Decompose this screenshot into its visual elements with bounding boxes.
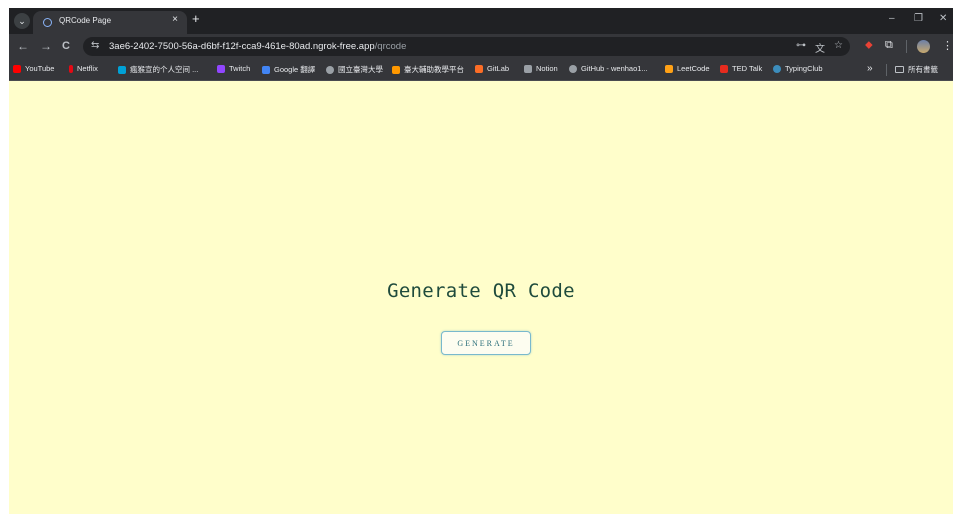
tab-qrcode-page[interactable]: QRCode Page × xyxy=(33,11,187,34)
bookmark-label: TED Talk xyxy=(732,64,763,73)
translate-icon[interactable]: 文 xyxy=(815,40,825,55)
tab-search-icon[interactable]: ⌄ xyxy=(14,13,30,29)
minimize-icon[interactable]: – xyxy=(889,13,895,24)
new-tab-button[interactable]: + xyxy=(192,11,200,26)
bookmark-label: GitLab xyxy=(487,64,510,73)
bookmark-google-translate[interactable]: Google 翻譯 xyxy=(262,64,315,75)
github-icon xyxy=(569,64,577,73)
ntu-icon xyxy=(326,65,334,74)
page-title: Generate QR Code xyxy=(387,280,575,302)
leetcode-icon xyxy=(665,64,673,73)
all-bookmarks-folder[interactable]: 所有書籤 xyxy=(895,64,938,75)
gitlab-icon xyxy=(475,64,483,73)
bookmarks-overflow-icon[interactable]: » xyxy=(867,63,873,74)
bookmark-label: Google 翻譯 xyxy=(274,65,316,74)
star-icon[interactable]: ☆ xyxy=(834,40,843,51)
typingclub-icon xyxy=(773,64,781,73)
bookmarks-separator xyxy=(886,64,887,76)
bookmark-ted[interactable]: TED Talk xyxy=(720,64,762,73)
restore-icon[interactable]: ❐ xyxy=(914,13,923,24)
toolbar: ← → C ⇆ 3ae6-2402-7500-56a-d6bf-f12f-cca… xyxy=(9,34,953,60)
bookmark-label: YouTube xyxy=(25,64,55,73)
bookmark-label: 瘋猴宣的个人空间 ... xyxy=(130,65,199,74)
bookmark-label: GitHub - wenhao1... xyxy=(581,64,648,73)
bookmark-twitch[interactable]: Twitch xyxy=(217,64,250,73)
bookmark-ntu-cool[interactable]: 臺大輔助教學平台 xyxy=(392,64,464,75)
extensions-icon[interactable]: ⧉ xyxy=(885,39,893,52)
bookmark-label: Notion xyxy=(536,64,558,73)
bookmark-label: Netflix xyxy=(77,64,98,73)
generate-button[interactable]: GENERATE xyxy=(441,331,531,355)
ted-icon xyxy=(720,64,728,73)
google-translate-icon xyxy=(262,65,270,74)
tab-title: QRCode Page xyxy=(59,16,112,25)
address-bar[interactable]: ⇆ 3ae6-2402-7500-56a-d6bf-f12f-cca9-461e… xyxy=(83,37,850,56)
site-info-icon[interactable]: ⇆ xyxy=(91,40,99,51)
password-key-icon[interactable]: ⊶ xyxy=(796,40,806,51)
notion-icon xyxy=(524,64,532,73)
bookmark-label: 國立臺灣大學 xyxy=(338,65,383,74)
page-content: Generate QR Code GENERATE xyxy=(9,81,953,514)
reload-icon[interactable]: C xyxy=(62,39,70,53)
ntu-cool-icon xyxy=(392,65,400,74)
avatar[interactable] xyxy=(917,40,930,53)
forward-icon[interactable]: → xyxy=(40,39,52,53)
folder-icon xyxy=(895,66,904,73)
bookmarks-bar: YouTube Netflix 瘋猴宣的个人空间 ... Twitch Goog… xyxy=(9,60,953,81)
bookmark-github[interactable]: GitHub - wenhao1... xyxy=(569,64,648,73)
youtube-icon xyxy=(13,64,21,73)
close-window-icon[interactable]: ✕ xyxy=(939,13,947,24)
bookmark-label: Twitch xyxy=(229,64,251,73)
bookmark-netflix[interactable]: Netflix xyxy=(69,64,98,73)
url-path: /qrcode xyxy=(374,41,407,52)
bilibili-icon xyxy=(118,65,126,74)
bookmark-gitlab[interactable]: GitLab xyxy=(475,64,509,73)
bookmark-leetcode[interactable]: LeetCode xyxy=(665,64,710,73)
url-text[interactable]: 3ae6-2402-7500-56a-d6bf-f12f-cca9-461e-8… xyxy=(109,41,406,52)
tab-strip: ⌄ QRCode Page × + – ❐ ✕ xyxy=(9,8,953,34)
extension-red-icon[interactable]: ⬥ xyxy=(865,39,873,52)
bookmark-label: 所有書籤 xyxy=(908,65,938,74)
bookmark-label: TypingClub xyxy=(785,64,823,73)
globe-icon xyxy=(43,18,52,27)
bookmark-notion[interactable]: Notion xyxy=(524,64,558,73)
bookmark-label: 臺大輔助教學平台 xyxy=(404,65,464,74)
browser-window: ⌄ QRCode Page × + – ❐ ✕ ← → C ⇆ 3ae6-240… xyxy=(9,8,953,514)
bookmark-ntu[interactable]: 國立臺灣大學 xyxy=(326,64,383,75)
bookmark-bilibili[interactable]: 瘋猴宣的个人空间 ... xyxy=(118,64,198,75)
twitch-icon xyxy=(217,64,225,73)
url-host: 3ae6-2402-7500-56a-d6bf-f12f-cca9-461e-8… xyxy=(109,41,375,52)
back-icon[interactable]: ← xyxy=(17,39,29,53)
bookmark-typingclub[interactable]: TypingClub xyxy=(773,64,823,73)
menu-icon[interactable]: ⋮ xyxy=(942,39,953,52)
close-tab-icon[interactable]: × xyxy=(172,14,178,25)
bookmark-label: LeetCode xyxy=(677,64,710,73)
netflix-icon xyxy=(69,64,73,73)
bookmark-youtube[interactable]: YouTube xyxy=(13,64,54,73)
toolbar-separator xyxy=(906,40,907,53)
